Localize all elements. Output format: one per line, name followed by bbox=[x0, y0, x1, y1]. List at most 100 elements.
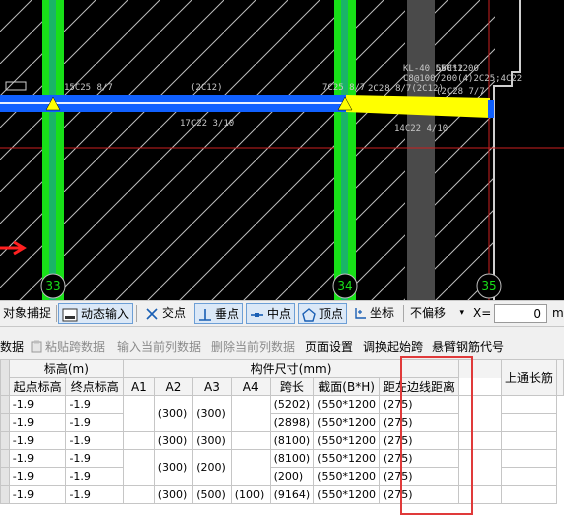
span-length-cell[interactable]: (5202) bbox=[269, 395, 315, 414]
page-setup-button[interactable]: 页面设置 bbox=[305, 338, 353, 355]
section-cell[interactable]: (550*1200 bbox=[313, 395, 380, 414]
end-elevation-cell[interactable]: -1.9 bbox=[65, 467, 125, 486]
x-coordinate-label: X= bbox=[473, 306, 492, 320]
table-row[interactable]: -1.9 -1.9 (300) (200) (8100) (550*1200 (… bbox=[0, 449, 564, 486]
a4-cell[interactable] bbox=[230, 431, 271, 450]
swap-start-span-button[interactable]: 调换起始跨 bbox=[363, 338, 423, 355]
top-rebar-cell[interactable] bbox=[458, 449, 502, 486]
end-elevation-cell[interactable]: -1.9 bbox=[65, 413, 125, 432]
a4-cell[interactable] bbox=[230, 395, 271, 432]
a1-cell[interactable] bbox=[123, 449, 155, 486]
a4-cell[interactable] bbox=[230, 449, 271, 486]
span-length-cell[interactable]: (2898) bbox=[269, 413, 315, 432]
column-33-core bbox=[49, 0, 56, 300]
table-row[interactable]: -1.9 -1.9 (300) (300) (5202) (550*1200 (… bbox=[0, 395, 564, 432]
input-current-column-button[interactable]: 输入当前列数据 bbox=[117, 338, 201, 355]
offset-select[interactable]: 不偏移 ▾ bbox=[407, 303, 467, 324]
left-distance-cell[interactable]: (275) bbox=[378, 485, 460, 504]
vertex-label: 顶点 bbox=[319, 307, 344, 321]
dynamic-input-label: 动态输入 bbox=[81, 307, 130, 321]
delete-current-column-button[interactable]: 删除当前列数据 bbox=[211, 338, 295, 355]
section-cell[interactable]: (550*1200 bbox=[313, 485, 380, 504]
span-length-cell[interactable]: (8100) bbox=[269, 449, 315, 468]
start-elevation-cell[interactable]: -1.9 bbox=[8, 413, 67, 432]
a3-cell[interactable]: (200) bbox=[192, 449, 232, 486]
midpoint-snap-button[interactable]: 中点 bbox=[246, 303, 296, 324]
beam-label: G6C12 bbox=[436, 64, 463, 74]
left-distance-header-top bbox=[458, 359, 502, 378]
a2-cell[interactable]: (300) bbox=[153, 395, 194, 432]
top-rebar-cell[interactable] bbox=[458, 485, 502, 504]
a4-header: A4 bbox=[230, 377, 271, 396]
start-elevation-header: 起点标高 bbox=[8, 377, 67, 396]
section-cell[interactable]: (550*1200 bbox=[313, 449, 380, 468]
toolbar-divider bbox=[136, 305, 137, 322]
end-elevation-cell[interactable]: -1.9 bbox=[65, 431, 125, 450]
intersection-snap-button[interactable]: 交点 bbox=[142, 303, 189, 324]
start-elevation-cell[interactable]: -1.9 bbox=[8, 467, 67, 486]
coordinate-snap-button[interactable]: 坐标 bbox=[350, 303, 397, 324]
left-distance-cell[interactable]: (275) bbox=[378, 395, 460, 414]
perpendicular-label: 垂点 bbox=[215, 307, 240, 321]
start-elevation-cell[interactable]: -1.9 bbox=[8, 431, 67, 450]
x-coordinate-input[interactable] bbox=[494, 304, 547, 323]
left-distance-cell[interactable]: (275) bbox=[378, 413, 460, 432]
a2-cell[interactable]: (300) bbox=[153, 485, 194, 504]
span-length-cell[interactable]: (9164) bbox=[269, 485, 315, 504]
table-row[interactable]: -1.9 -1.9 (300) (500) (100) (9164) (550*… bbox=[0, 485, 564, 504]
row-header bbox=[0, 395, 10, 414]
a1-cell[interactable] bbox=[123, 485, 155, 504]
left-distance-cell[interactable]: (275) bbox=[378, 449, 460, 468]
column-34-core bbox=[341, 0, 348, 300]
dynamic-input-button[interactable]: 动态输入 bbox=[58, 303, 134, 324]
section-cell[interactable]: (550*1200 bbox=[313, 413, 380, 432]
toolbar-divider bbox=[56, 305, 57, 322]
a3-cell[interactable]: (300) bbox=[192, 431, 232, 450]
beam-label: C8@100/200(4)2C25;4C22 bbox=[403, 74, 522, 84]
beam-label: 14C22 4/10 bbox=[394, 124, 448, 134]
end-elevation-cell[interactable]: -1.9 bbox=[65, 485, 125, 504]
dynamic-input-icon bbox=[62, 308, 78, 321]
axis-label: 35 bbox=[481, 279, 496, 293]
table-row[interactable]: -1.9 -1.9 (300) (300) (8100) (550*1200 (… bbox=[0, 431, 564, 450]
a3-cell[interactable]: (300) bbox=[192, 395, 232, 432]
data-menu[interactable]: 数据 bbox=[0, 338, 24, 355]
a2-cell[interactable]: (300) bbox=[153, 449, 194, 486]
start-elevation-cell[interactable]: -1.9 bbox=[8, 485, 67, 504]
row-header bbox=[0, 431, 10, 450]
coordinate-label: 坐标 bbox=[370, 306, 395, 320]
cad-drawing-canvas[interactable]: 15C25 8/7 (2C12) 17C22 3/10 7C25 8/7 2C2… bbox=[0, 0, 564, 300]
a3-cell[interactable]: (500) bbox=[192, 485, 232, 504]
top-rebar-cell[interactable] bbox=[458, 431, 502, 450]
a1-cell[interactable] bbox=[123, 431, 155, 450]
a2-cell[interactable]: (300) bbox=[153, 431, 194, 450]
span-length-cell[interactable]: (8100) bbox=[269, 431, 315, 450]
object-snap-button[interactable]: 对象捕捉 bbox=[0, 303, 54, 324]
left-distance-cell[interactable]: (275) bbox=[378, 467, 460, 486]
vertex-snap-button[interactable]: 顶点 bbox=[298, 303, 348, 324]
section-cell[interactable]: (550*1200 bbox=[313, 431, 380, 450]
overflow-cell bbox=[500, 467, 558, 486]
perpendicular-snap-button[interactable]: 垂点 bbox=[194, 303, 244, 324]
a4-cell[interactable]: (100) bbox=[230, 485, 271, 504]
paste-span-data-button[interactable]: 粘贴跨数据 bbox=[30, 338, 105, 355]
top-rebar-cell[interactable] bbox=[458, 395, 502, 432]
a1-cell[interactable] bbox=[123, 395, 155, 432]
start-elevation-cell[interactable]: -1.9 bbox=[8, 395, 67, 414]
end-elevation-cell[interactable]: -1.9 bbox=[65, 395, 125, 414]
left-distance-cell[interactable]: (275) bbox=[378, 431, 460, 450]
beam-label: 2C28 8/7(2C12) bbox=[368, 84, 444, 94]
start-elevation-cell[interactable]: -1.9 bbox=[8, 449, 67, 468]
beam-end-marker bbox=[488, 100, 494, 118]
section-cell[interactable]: (550*1200 bbox=[313, 467, 380, 486]
span-length-header: 跨长 bbox=[269, 377, 315, 396]
beam-label: 7C25 8/7 bbox=[322, 83, 365, 93]
elevation-group-header: 标高(m) bbox=[8, 359, 125, 378]
row-header bbox=[0, 449, 10, 468]
overflow-cell bbox=[500, 395, 558, 414]
span-data-grid: 标高(m) 构件尺寸(mm) 上通长筋 起点标高 终点标高 A1 A2 A3 A… bbox=[0, 359, 564, 516]
end-elevation-cell[interactable]: -1.9 bbox=[65, 449, 125, 468]
span-length-cell[interactable]: (200) bbox=[269, 467, 315, 486]
row-header bbox=[0, 467, 10, 486]
cantilever-rebar-code-button[interactable]: 悬臂钢筋代号 bbox=[432, 338, 504, 355]
